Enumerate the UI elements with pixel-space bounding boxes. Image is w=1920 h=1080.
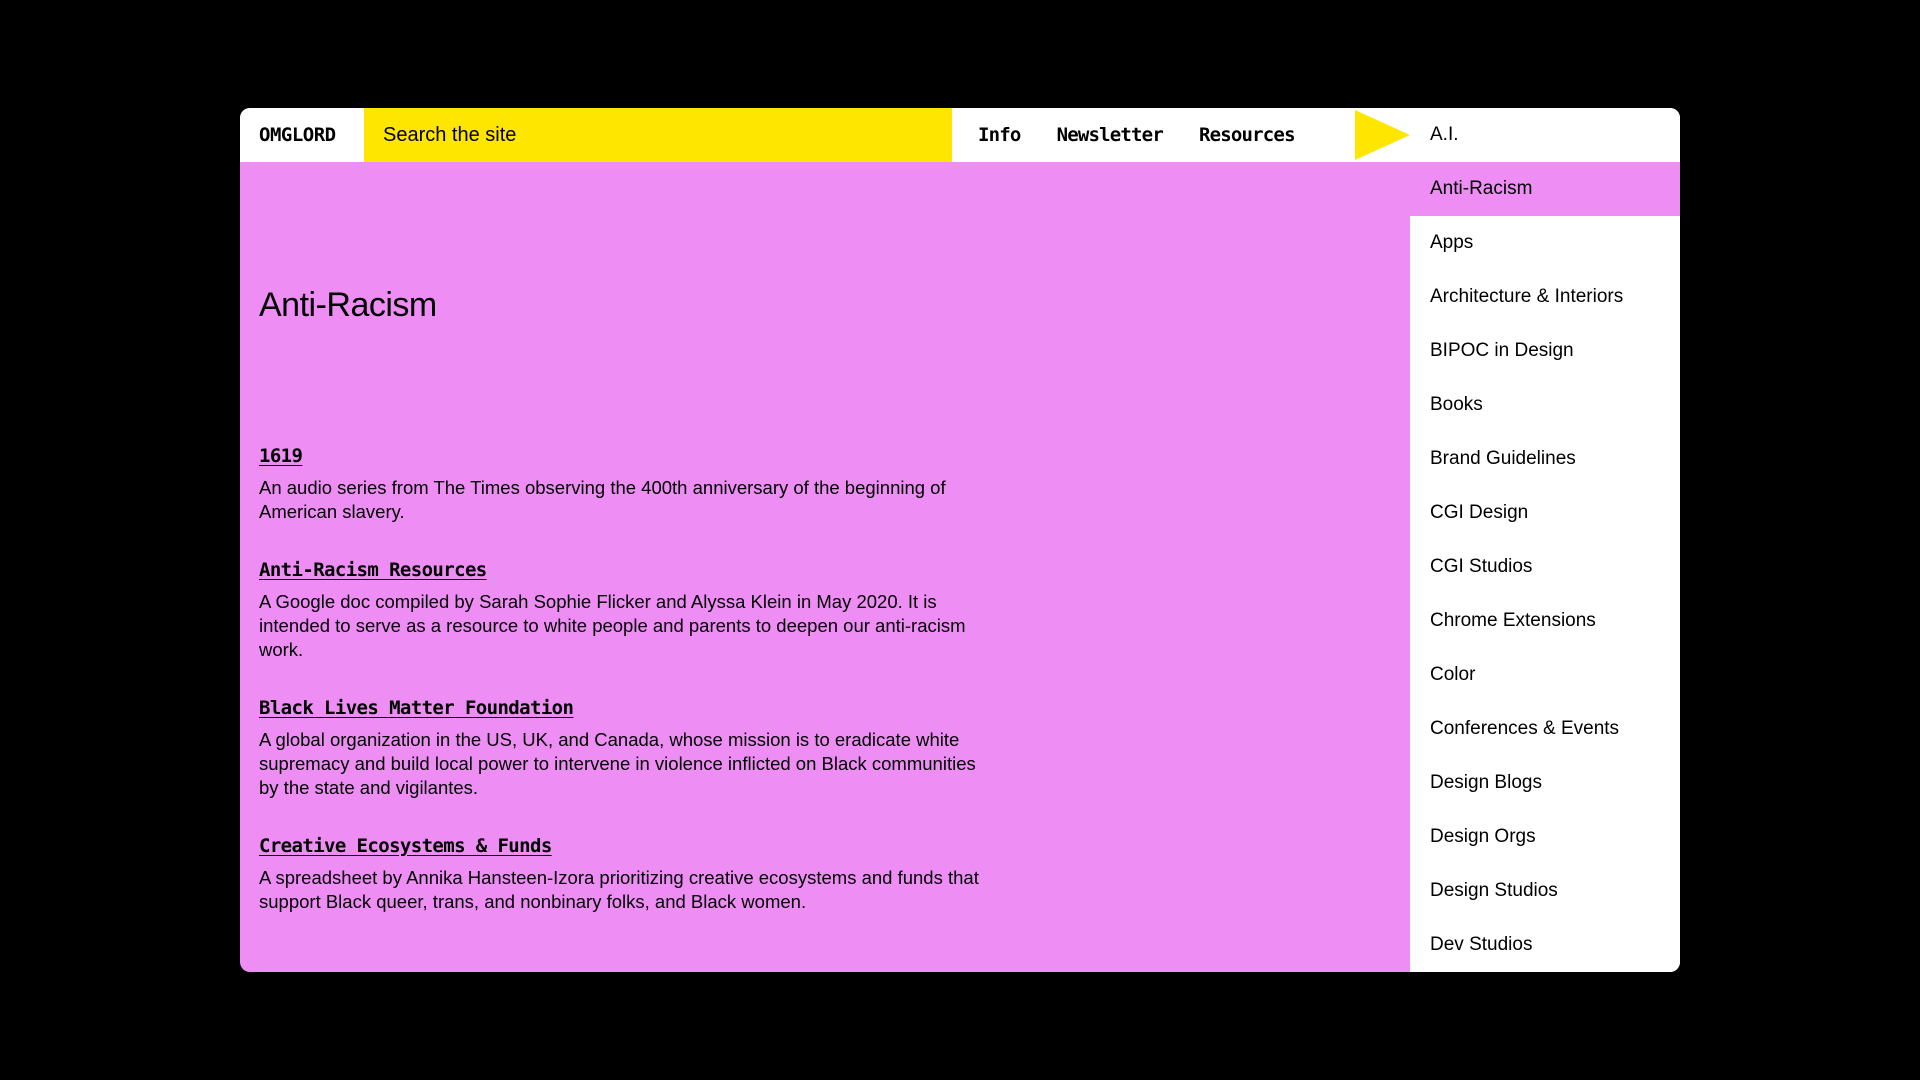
category-item[interactable]: Design Blogs [1410, 756, 1680, 810]
category-item[interactable]: A.I. [1410, 108, 1680, 162]
category-item[interactable]: BIPOC in Design [1410, 324, 1680, 378]
category-item[interactable]: Books [1410, 378, 1680, 432]
resource-list: 1619 An audio series from The Times obser… [259, 444, 979, 948]
main-nav: Info Newsletter Resources [978, 108, 1296, 162]
arrow-right-icon [1355, 110, 1410, 160]
resource-title-link[interactable]: 1619 [259, 444, 303, 468]
category-item[interactable]: CGI Design [1410, 486, 1680, 540]
resource-title-link[interactable]: Creative Ecosystems & Funds [259, 834, 552, 858]
category-item[interactable]: Brand Guidelines [1410, 432, 1680, 486]
nav-link-newsletter[interactable]: Newsletter [1057, 124, 1164, 146]
nav-link-info[interactable]: Info [978, 124, 1021, 146]
category-item[interactable]: Conferences & Events [1410, 702, 1680, 756]
category-item[interactable]: Color [1410, 648, 1680, 702]
nav-link-resources[interactable]: Resources [1199, 124, 1296, 146]
resource-item: Anti-Racism Resources A Google doc compil… [259, 558, 979, 662]
search-bar [364, 108, 952, 162]
category-item[interactable]: Design Studios [1410, 864, 1680, 918]
category-item[interactable]: Chrome Extensions [1410, 594, 1680, 648]
resource-item: Black Lives Matter Foundation A global or… [259, 696, 979, 800]
resource-description: A Google doc compiled by Sarah Sophie Fl… [259, 591, 966, 660]
category-item[interactable]: Design Orgs [1410, 810, 1680, 864]
page-title: Anti-Racism [259, 286, 437, 324]
resource-title-link[interactable]: Anti-Racism Resources [259, 558, 487, 582]
site-window: OMGLORD Info Newsletter Resources A.I.An… [240, 108, 1680, 972]
category-item[interactable]: Architecture & Interiors [1410, 270, 1680, 324]
resource-item: 1619 An audio series from The Times obser… [259, 444, 979, 524]
resource-description: A global organization in the US, UK, and… [259, 729, 976, 798]
site-logo[interactable]: OMGLORD [240, 108, 364, 162]
search-input[interactable] [364, 108, 952, 162]
resource-description: A spreadsheet by Annika Hansteen-Izora p… [259, 867, 979, 912]
main-content: Anti-Racism 1619 An audio series from The… [259, 162, 979, 972]
resource-title-link[interactable]: Black Lives Matter Foundation [259, 696, 574, 720]
category-dropdown: A.I. Anti-Racism Apps Architecture & Interi… [1410, 108, 1680, 972]
category-item[interactable]: CGI Studios [1410, 540, 1680, 594]
category-item[interactable]: Anti-Racism [1410, 162, 1680, 216]
category-item[interactable]: Apps [1410, 216, 1680, 270]
category-item[interactable]: Dev Studios [1410, 918, 1680, 972]
resource-description: An audio series from The Times observing… [259, 477, 946, 522]
resource-item: Creative Ecosystems & Funds A spreadsheet… [259, 834, 979, 914]
